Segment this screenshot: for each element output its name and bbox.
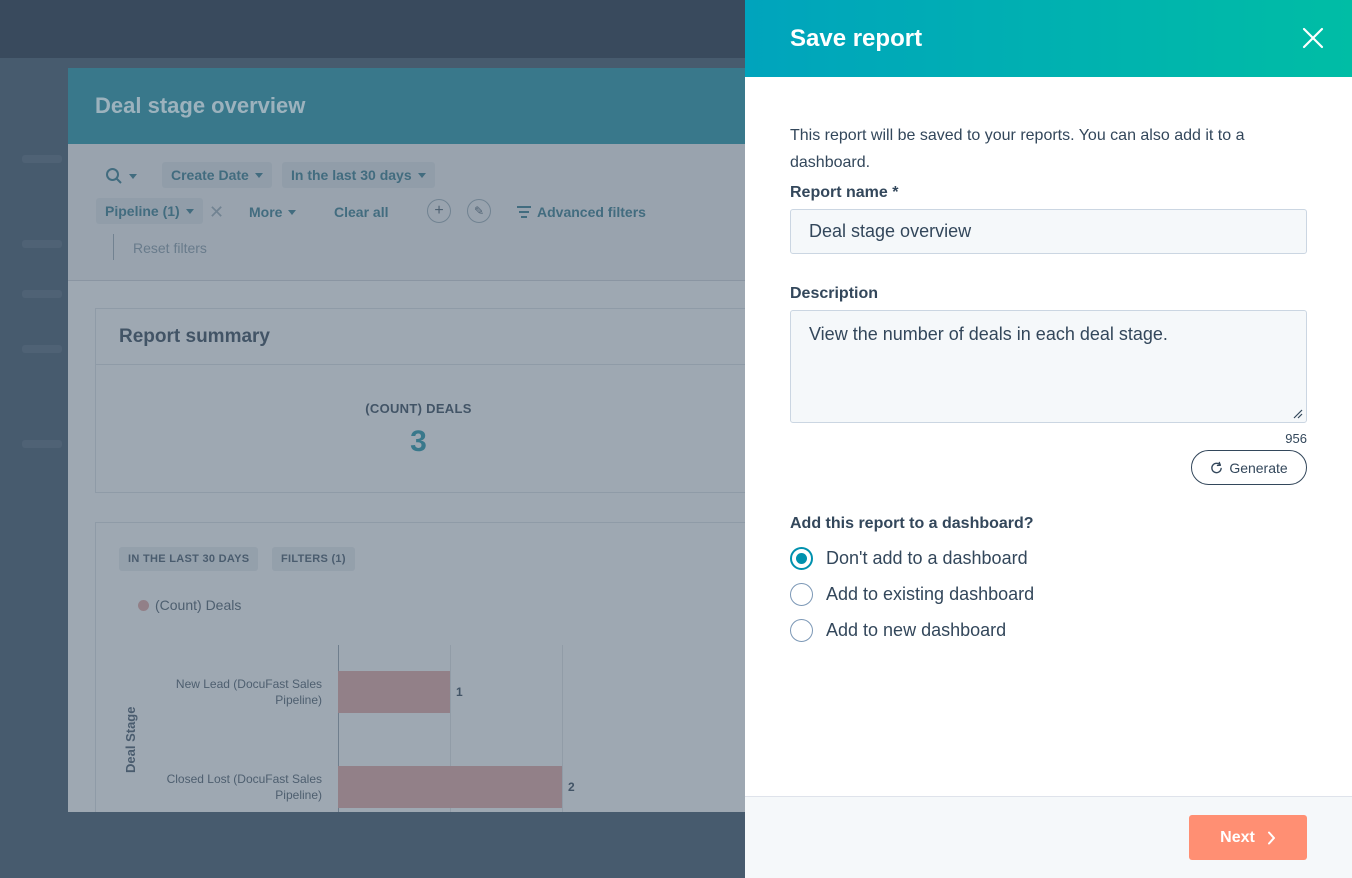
caret-down-icon (254, 172, 263, 178)
more-label: More (249, 204, 283, 220)
radio-option-new-dashboard[interactable]: Add to new dashboard (790, 612, 1307, 648)
radio-button[interactable] (790, 582, 813, 606)
description-text: View the number of deals in each deal st… (809, 324, 1168, 344)
sidebar-placeholder (22, 440, 62, 448)
search-icon (106, 168, 122, 184)
radio-button-checked[interactable] (790, 546, 813, 570)
advanced-filters-label: Advanced filters (537, 204, 646, 220)
filters-bar: Create Date In the last 30 days Pipeline… (68, 144, 768, 281)
summary-metric-value: 3 (410, 425, 427, 458)
chart-legend: (Count) Deals (138, 597, 241, 613)
refresh-sparkle-icon (1211, 461, 1223, 474)
filters-tag: FILTERS (1) (272, 547, 355, 571)
generate-label: Generate (1229, 459, 1288, 476)
chevron-right-icon (1267, 831, 1275, 844)
radio-option-existing-dashboard[interactable]: Add to existing dashboard (790, 576, 1307, 612)
category-label: New Lead (DocuFast Sales Pipeline) (132, 676, 322, 708)
bar-value-label: 1 (456, 685, 463, 699)
sidebar-placeholder (22, 155, 62, 163)
category-label: Closed Lost (DocuFast Sales Pipeline) (132, 771, 322, 803)
y-axis-title: Deal Stage (123, 706, 138, 773)
save-report-panel: Save report This report will be saved to… (745, 0, 1352, 878)
chart-bar[interactable] (338, 671, 450, 713)
divider (113, 234, 114, 260)
pipeline-filter[interactable]: Pipeline (1) (96, 198, 203, 224)
category-label-line: Pipeline) (275, 693, 322, 707)
caret-down-icon (185, 208, 194, 214)
remove-pipeline-filter-icon[interactable]: ✕ (209, 202, 224, 223)
panel-footer: Next (745, 796, 1352, 878)
more-filters-button[interactable]: More (249, 204, 297, 220)
caret-down-icon (288, 209, 297, 215)
category-label-line: Pipeline) (275, 788, 322, 802)
advanced-filters-button[interactable]: Advanced filters (517, 204, 646, 220)
summary-metric-label: (COUNT) DEALS (365, 401, 472, 416)
reset-filters-button[interactable]: Reset filters (133, 240, 207, 256)
caret-down-icon (129, 173, 137, 179)
date-range-tag: IN THE LAST 30 DAYS (119, 547, 259, 571)
dashboard-question: Add this report to a dashboard? (790, 515, 1034, 532)
intro-text: This report will be saved to your report… (790, 127, 1245, 171)
legend-swatch (138, 599, 149, 611)
report-summary-title: Report summary (96, 309, 768, 365)
description-label: Description (790, 285, 879, 302)
bar-value-label: 2 (568, 780, 575, 794)
search-filter-button[interactable] (105, 167, 137, 185)
legend-label: (Count) Deals (155, 597, 242, 613)
edit-pencil-icon[interactable]: ✎ (467, 199, 491, 223)
radio-button[interactable] (790, 618, 813, 642)
dashboard-radio-group: Don't add to a dashboard Add to existing… (790, 540, 1307, 648)
add-filter-icon[interactable]: + (427, 199, 451, 223)
generate-row: Generate (790, 450, 1307, 485)
pipeline-label: Pipeline (1) (105, 203, 180, 219)
category-label-line: New Lead (DocuFast Sales (175, 677, 322, 691)
radio-dot (796, 552, 807, 564)
radio-label: Add to new dashboard (826, 619, 1007, 640)
close-icon[interactable] (1300, 25, 1326, 51)
generate-button[interactable]: Generate (1191, 450, 1307, 485)
panel-title: Save report (790, 24, 923, 52)
report-summary-card: Report summary (COUNT) DEALS 3 (95, 308, 768, 493)
radio-option-dont-add[interactable]: Don't add to a dashboard (790, 540, 1307, 576)
caret-down-icon (417, 172, 426, 178)
chart-card: IN THE LAST 30 DAYS FILTERS (1) (Count) … (95, 522, 768, 812)
next-label: Next (1220, 828, 1255, 846)
report-modal-header: Deal stage overview (68, 68, 768, 144)
report-modal: Deal stage overview Create Date In the l… (68, 68, 768, 812)
description-textarea[interactable]: View the number of deals in each deal st… (790, 310, 1307, 423)
radio-label: Don't add to a dashboard (826, 547, 1028, 568)
report-name-label: Report name * (790, 184, 899, 201)
panel-header: Save report (745, 0, 1352, 77)
report-modal-title: Deal stage overview (95, 93, 306, 118)
sidebar-placeholder (22, 290, 62, 298)
category-label-line: Closed Lost (DocuFast Sales (166, 772, 322, 786)
character-count: 956 (1285, 431, 1307, 446)
create-date-label: Create Date (171, 167, 249, 183)
next-button[interactable]: Next (1189, 815, 1307, 860)
radio-label: Add to existing dashboard (826, 583, 1035, 604)
sidebar-placeholder (22, 345, 62, 353)
chart-gridline (562, 645, 563, 812)
resize-handle-icon[interactable] (1293, 409, 1303, 419)
panel-body: This report will be saved to your report… (790, 77, 1307, 648)
clear-all-button[interactable]: Clear all (334, 204, 388, 220)
date-range-filter[interactable]: In the last 30 days (282, 162, 435, 188)
date-range-label: In the last 30 days (291, 167, 412, 183)
chart-bar[interactable] (338, 766, 562, 808)
report-name-input[interactable]: Deal stage overview (790, 209, 1307, 254)
filter-lines-icon (517, 206, 531, 218)
sidebar-placeholder (22, 240, 62, 248)
create-date-filter[interactable]: Create Date (162, 162, 272, 188)
